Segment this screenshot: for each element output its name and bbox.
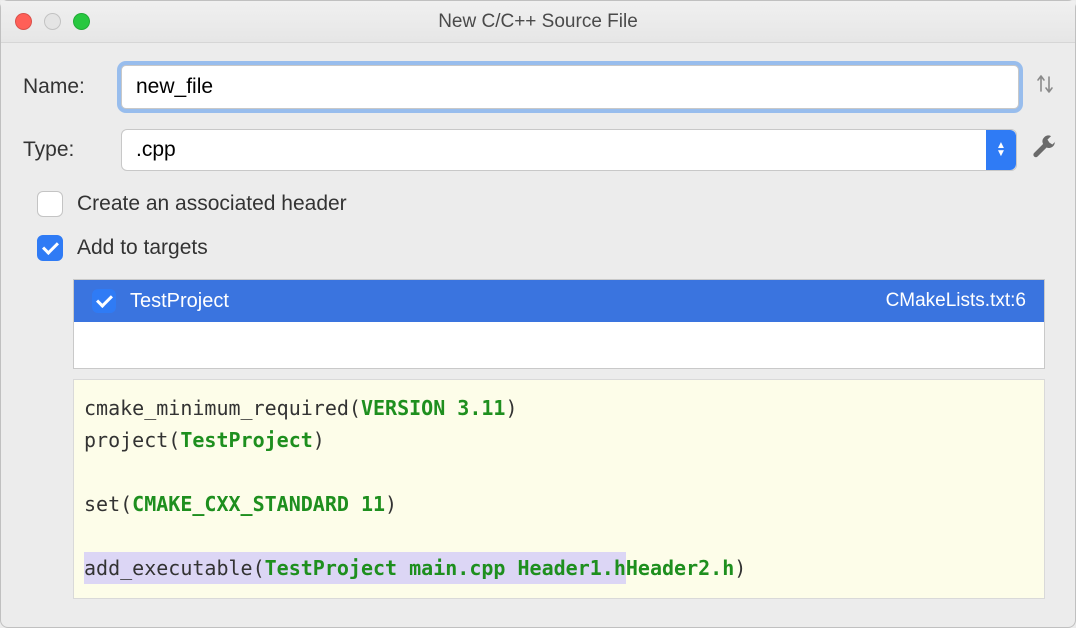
name-label: Name: (23, 75, 121, 99)
titlebar: New C/C++ Source File (1, 1, 1075, 43)
maximize-icon[interactable] (73, 13, 90, 30)
code-line (84, 456, 1034, 488)
type-select[interactable]: .cpp ▲▼ (121, 129, 1017, 171)
targets-list: TestProject CMakeLists.txt:6 (73, 279, 1045, 369)
create-header-checkbox[interactable] (37, 191, 63, 217)
create-header-label: Create an associated header (77, 192, 347, 216)
targets-empty-area (74, 322, 1044, 368)
sort-icon[interactable] (1033, 73, 1057, 101)
add-targets-label: Add to targets (77, 236, 208, 260)
code-line (84, 520, 1034, 552)
type-value: .cpp (136, 138, 176, 162)
target-row[interactable]: TestProject CMakeLists.txt:6 (74, 280, 1044, 322)
minimize-icon (44, 13, 61, 30)
window-controls (15, 13, 90, 30)
code-line: add_executable(TestProject main.cpp Head… (84, 552, 1034, 584)
code-line: cmake_minimum_required(VERSION 3.11) (84, 392, 1034, 424)
wrench-icon[interactable] (1031, 135, 1057, 166)
type-label: Type: (23, 138, 121, 162)
name-input[interactable] (121, 65, 1019, 109)
target-name: TestProject (130, 290, 229, 313)
code-line: set(CMAKE_CXX_STANDARD 11) (84, 488, 1034, 520)
chevron-updown-icon: ▲▼ (986, 130, 1016, 170)
add-targets-checkbox[interactable] (37, 235, 63, 261)
cmake-preview: cmake_minimum_required(VERSION 3.11) pro… (73, 379, 1045, 599)
target-checkbox[interactable] (92, 289, 116, 313)
target-location: CMakeLists.txt:6 (886, 290, 1026, 312)
close-icon[interactable] (15, 13, 32, 30)
window-title: New C/C++ Source File (1, 11, 1075, 33)
code-line: project(TestProject) (84, 424, 1034, 456)
